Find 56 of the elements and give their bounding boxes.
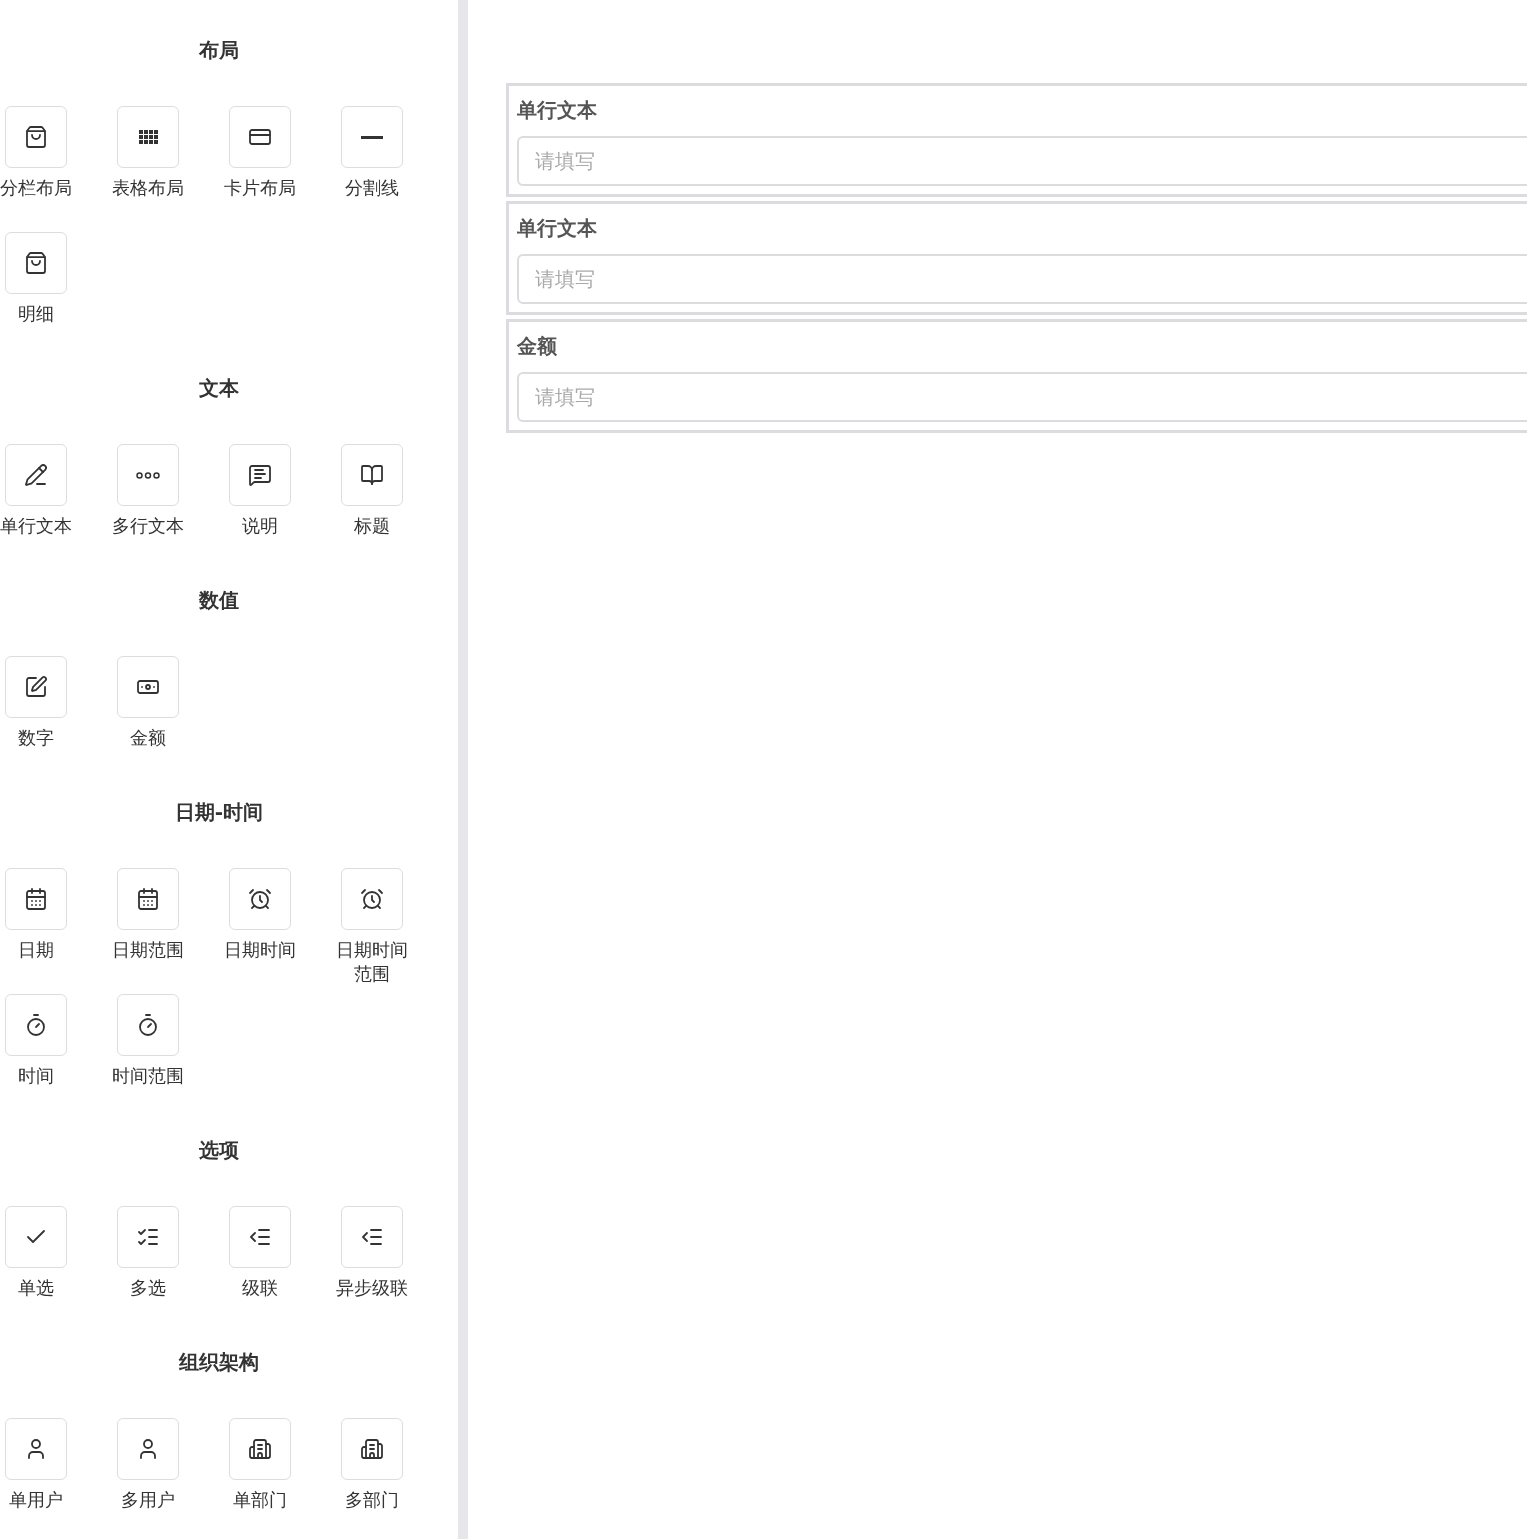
widget-tile[interactable]: [117, 994, 179, 1056]
widget-tile[interactable]: [5, 1206, 67, 1268]
text-input[interactable]: 请填写: [517, 136, 1527, 186]
pencil-icon: [24, 463, 48, 487]
section-title: 数值: [199, 587, 239, 614]
widget-tile[interactable]: [229, 444, 291, 506]
bag-icon: [24, 251, 48, 275]
widget-tile[interactable]: [117, 868, 179, 930]
calendar-icon: [24, 887, 48, 911]
ellipsis-icon: [136, 471, 160, 479]
widget-tile[interactable]: [229, 106, 291, 168]
widget-tile[interactable]: [117, 106, 179, 168]
section-title: 选项: [199, 1137, 239, 1164]
section-title: 日期-时间: [174, 799, 264, 826]
building-icon: [248, 1437, 272, 1461]
bag-icon: [24, 125, 48, 149]
field-label: 单行文本: [517, 216, 597, 241]
widget-tile[interactable]: [341, 1206, 403, 1268]
widget-tile[interactable]: [229, 868, 291, 930]
widget-tile[interactable]: [341, 1418, 403, 1480]
widget-tile[interactable]: [117, 1418, 179, 1480]
text-input[interactable]: 请填写: [517, 254, 1527, 304]
widget-tile[interactable]: [5, 868, 67, 930]
widget-tile[interactable]: [341, 106, 403, 168]
widget-tile[interactable]: [5, 106, 67, 168]
alarm-clock-icon: [360, 887, 384, 911]
widget-tile[interactable]: [5, 1418, 67, 1480]
field-label: 单行文本: [517, 98, 597, 123]
widget-tile[interactable]: [117, 656, 179, 718]
field-label: 金额: [517, 334, 557, 359]
widget-tile[interactable]: [229, 1418, 291, 1480]
message-icon: [248, 463, 272, 487]
widget-tile[interactable]: [5, 444, 67, 506]
widget-tile[interactable]: [117, 444, 179, 506]
book-icon: [360, 463, 384, 487]
minus-icon: [361, 135, 383, 139]
section-title: 布局: [199, 37, 239, 64]
widget-tile[interactable]: [341, 444, 403, 506]
widget-tile[interactable]: [5, 994, 67, 1056]
section-title: 文本: [199, 375, 239, 402]
stopwatch-icon: [136, 1013, 160, 1037]
building-icon: [360, 1437, 384, 1461]
widget-tile[interactable]: [5, 656, 67, 718]
widget-tile[interactable]: [229, 1206, 291, 1268]
stopwatch-icon: [24, 1013, 48, 1037]
widget-tile[interactable]: [117, 1206, 179, 1268]
form-field-card[interactable]: 单行文本 请填写: [506, 83, 1527, 197]
form-field-card[interactable]: 单行文本 请填写: [506, 201, 1527, 315]
widget-tile[interactable]: [341, 868, 403, 930]
form-field-card[interactable]: 金额 请填写: [506, 319, 1527, 433]
calendar-icon: [136, 887, 160, 911]
edit-icon: [24, 675, 48, 699]
section-title: 组织架构: [179, 1349, 259, 1376]
alarm-clock-icon: [248, 887, 272, 911]
text-input[interactable]: 请填写: [517, 372, 1527, 422]
widget-tile[interactable]: [5, 232, 67, 294]
